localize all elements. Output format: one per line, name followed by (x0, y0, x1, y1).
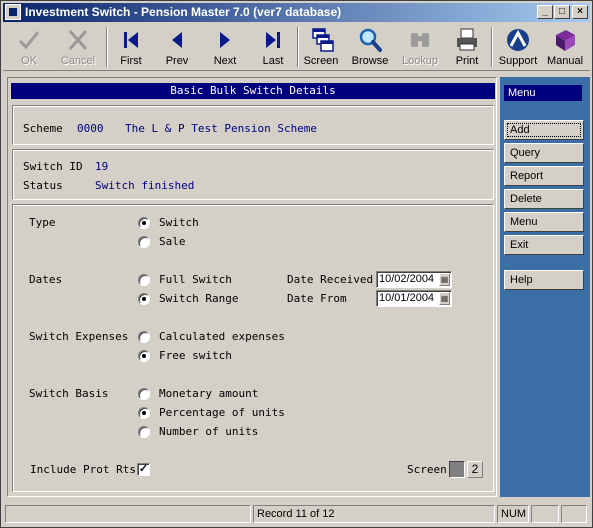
first-record-icon (124, 32, 138, 48)
scheme-label: Scheme (23, 122, 63, 135)
calculated-expenses-radio[interactable] (138, 331, 150, 343)
type-switch-radio[interactable] (138, 217, 150, 229)
switch-id-value: 19 (95, 160, 109, 173)
number-of-units-label: Number of units (159, 425, 259, 438)
prev-button[interactable]: Prev (157, 25, 197, 69)
previous-icon (172, 32, 182, 48)
switch-id-label: Switch ID (23, 160, 83, 173)
printer-icon (457, 28, 477, 51)
monetary-amount-radio[interactable] (138, 388, 150, 400)
monetary-amount-label: Monetary amount (159, 387, 259, 400)
print-button[interactable]: Print (447, 25, 487, 69)
date-from-field[interactable]: 10/01/2004 ▦ (376, 290, 452, 307)
calendar-icon[interactable]: ▦ (439, 273, 450, 286)
type-sale-radio[interactable] (138, 236, 150, 248)
type-switch-label: Switch (159, 216, 199, 229)
toolbar-separator (106, 27, 108, 67)
date-received-label: Date Received (287, 273, 374, 286)
add-button[interactable]: Add (504, 120, 584, 140)
ok-button[interactable]: OK (9, 25, 49, 69)
form-header: Basic Bulk Switch Details (11, 83, 495, 99)
calculated-expenses-label: Calculated expenses (159, 330, 285, 343)
main-form-panel: Basic Bulk Switch Details Scheme 0000 Th… (7, 77, 497, 497)
dates-full-switch-radio[interactable] (138, 274, 150, 286)
toolbar-separator (297, 27, 299, 67)
screens-icon (312, 28, 334, 52)
type-sale-label: Sale (159, 235, 186, 248)
switch-info-group: Switch ID 19 Status Switch finished (12, 149, 494, 200)
cancel-button[interactable]: Cancel (55, 25, 101, 69)
percentage-of-units-radio[interactable] (138, 407, 150, 419)
minimize-button[interactable]: _ (537, 5, 553, 19)
toolbar-separator (491, 27, 493, 67)
status-cell-empty (5, 505, 251, 523)
query-button[interactable]: Query (504, 143, 584, 163)
percentage-of-units-label: Percentage of units (159, 406, 285, 419)
status-label: Status (23, 179, 63, 192)
next-button[interactable]: Next (205, 25, 245, 69)
scheme-group: Scheme 0000 The L & P Test Pension Schem… (12, 105, 494, 145)
browse-button[interactable]: Browse (347, 25, 393, 69)
date-from-label: Date From (287, 292, 347, 305)
app-icon (5, 4, 21, 20)
menu-button[interactable]: Menu (504, 212, 584, 232)
manual-button[interactable]: Manual (543, 25, 587, 69)
switch-expenses-label: Switch Expenses (29, 330, 129, 343)
dates-switch-range-label: Switch Range (159, 292, 239, 305)
close-button[interactable]: × (572, 5, 588, 19)
screen-button[interactable]: Screen (301, 25, 341, 69)
delete-button[interactable]: Delete (504, 189, 584, 209)
dates-switch-range-radio[interactable] (138, 293, 150, 305)
scheme-name: The L & P Test Pension Scheme (125, 122, 318, 135)
screen-prev-indicator[interactable] (449, 461, 465, 478)
lookup-button[interactable]: Lookup (397, 25, 443, 69)
type-label: Type (29, 216, 56, 229)
exit-button[interactable]: Exit (504, 235, 584, 255)
maximize-button[interactable]: □ (554, 5, 570, 19)
switch-basis-label: Switch Basis (29, 387, 109, 400)
screen-label: Screen (407, 463, 447, 476)
first-button[interactable]: First (111, 25, 151, 69)
checkmark-icon (18, 31, 40, 50)
help-button[interactable]: Help (504, 270, 584, 290)
dates-full-switch-label: Full Switch (159, 273, 232, 286)
date-received-value: 10/02/2004 (379, 273, 435, 285)
record-counter: Record 11 of 12 (253, 505, 495, 523)
next-icon (220, 32, 230, 48)
status-value: Switch finished (95, 179, 195, 192)
date-received-field[interactable]: 10/02/2004 ▦ (376, 271, 452, 288)
binoculars-icon (411, 33, 429, 47)
window-title: Investment Switch - Pension Master 7.0 (… (25, 5, 342, 19)
free-switch-radio[interactable] (138, 350, 150, 362)
last-button[interactable]: Last (253, 25, 293, 69)
app-window: Investment Switch - Pension Master 7.0 (… (0, 0, 593, 528)
screen-number[interactable]: 2 (467, 461, 483, 478)
support-icon (507, 29, 529, 51)
include-prot-rts-label: Include Prot Rts (30, 463, 136, 476)
status-cell-caps (531, 505, 559, 523)
free-switch-label: Free switch (159, 349, 232, 362)
x-cancel-icon (68, 30, 88, 50)
date-from-value: 10/01/2004 (379, 292, 435, 304)
last-record-icon (266, 32, 280, 48)
support-button[interactable]: Support (497, 25, 539, 69)
magnifier-icon (359, 28, 382, 52)
scheme-code: 0000 (77, 122, 104, 135)
number-of-units-radio[interactable] (138, 426, 150, 438)
include-prot-rts-checkbox[interactable]: ✓ (137, 463, 150, 476)
status-bar: Record 11 of 12 NUM (3, 505, 590, 525)
num-lock-indicator: NUM (497, 505, 529, 523)
book-icon (556, 30, 575, 51)
dates-label: Dates (29, 273, 63, 286)
report-button[interactable]: Report (504, 166, 584, 186)
side-menu-header: Menu (504, 85, 582, 101)
options-group: Type Switch Sale Dates Full Switch Switc… (12, 204, 494, 492)
side-menu-panel: Menu Add Query Report Delete Menu Exit H… (500, 77, 590, 497)
toolbar: OK Cancel First Prev Next Last Screen Br… (3, 23, 590, 71)
title-bar: Investment Switch - Pension Master 7.0 (… (3, 3, 590, 22)
calendar-icon[interactable]: ▦ (439, 292, 450, 305)
size-grip[interactable] (561, 505, 587, 523)
